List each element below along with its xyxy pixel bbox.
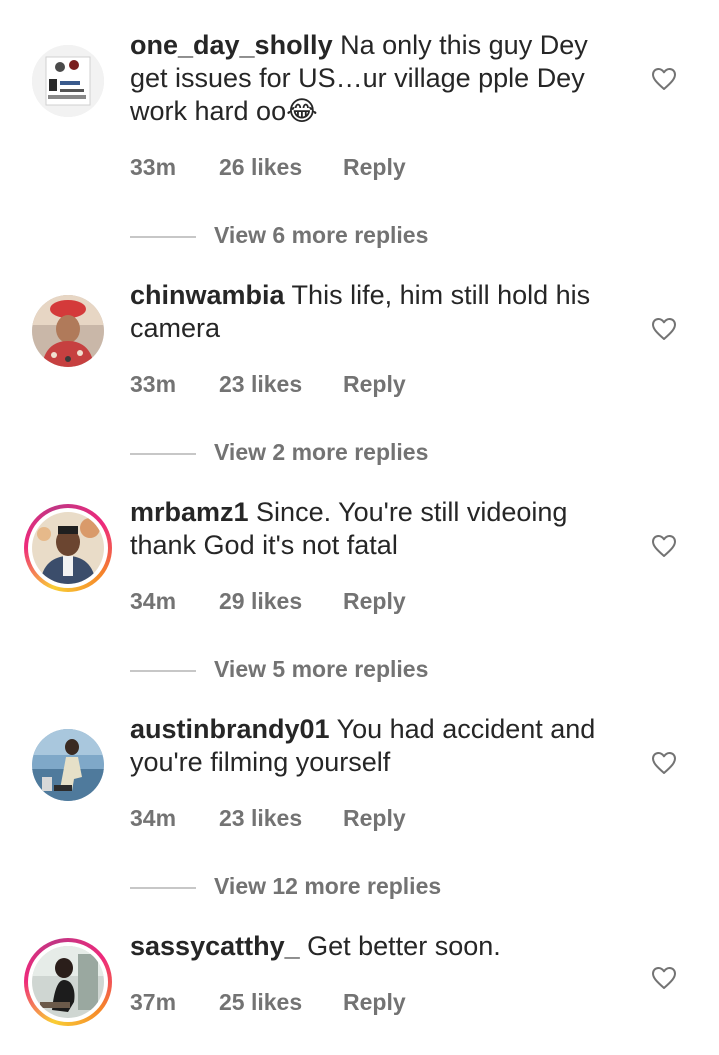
- heart-icon[interactable]: [651, 67, 677, 91]
- comment-username[interactable]: chinwambia: [130, 280, 285, 310]
- heart-icon[interactable]: [651, 534, 677, 558]
- reply-button[interactable]: Reply: [343, 805, 406, 832]
- comment-text: one_day_sholly Na only this guy Dey get …: [130, 29, 630, 128]
- reply-button[interactable]: Reply: [343, 989, 406, 1016]
- avatar-story-ring[interactable]: [24, 504, 112, 592]
- reply-button[interactable]: Reply: [343, 371, 406, 398]
- heart-icon[interactable]: [651, 751, 677, 775]
- comment-time: 34m: [130, 805, 177, 831]
- comment-likes[interactable]: 23 likes: [219, 805, 343, 832]
- avatar-image: [32, 295, 104, 367]
- comment-username[interactable]: one_day_sholly: [130, 30, 333, 60]
- replies-divider: [130, 453, 196, 455]
- replies-divider: [130, 670, 196, 672]
- reply-button[interactable]: Reply: [343, 154, 406, 181]
- comment-text: chinwambia This life, him still hold his…: [130, 279, 630, 345]
- avatar: [32, 946, 104, 1018]
- avatar[interactable]: [32, 45, 104, 117]
- comment-meta: 33m 26 likes Reply: [130, 154, 406, 181]
- comment-text: austinbrandy01 You had accident and you'…: [130, 713, 630, 779]
- heart-icon[interactable]: [651, 966, 677, 990]
- view-replies-label: View 12 more replies: [214, 873, 442, 899]
- comment-likes[interactable]: 25 likes: [219, 989, 343, 1016]
- comment-time: 33m: [130, 371, 177, 397]
- comment-likes[interactable]: 26 likes: [219, 154, 343, 181]
- replies-divider: [130, 887, 196, 889]
- comment-meta: 34m 29 likes Reply: [130, 588, 406, 615]
- avatar[interactable]: [32, 729, 104, 801]
- avatar-story-ring[interactable]: [24, 938, 112, 1026]
- comment-body: Get better soon.: [299, 931, 501, 961]
- comment-time: 33m: [130, 154, 177, 180]
- comment-text: sassycatthy_ Get better soon.: [130, 930, 630, 963]
- comment-meta: 34m 23 likes Reply: [130, 805, 406, 832]
- comment-likes[interactable]: 23 likes: [219, 371, 343, 398]
- avatar-image: [32, 45, 104, 117]
- view-replies-label: View 2 more replies: [214, 439, 429, 465]
- avatar: [32, 512, 104, 584]
- view-replies-label: View 6 more replies: [214, 222, 429, 248]
- comment-meta: 33m 23 likes Reply: [130, 371, 406, 398]
- view-replies-label: View 5 more replies: [214, 656, 429, 682]
- comment-username[interactable]: austinbrandy01: [130, 714, 330, 744]
- reply-button[interactable]: Reply: [343, 588, 406, 615]
- avatar-image: [32, 512, 104, 584]
- comment-text: mrbamz1 Since. You're still videoing tha…: [130, 496, 630, 562]
- comment-meta: 37m 25 likes Reply: [130, 989, 406, 1016]
- comment-username[interactable]: sassycatthy_: [130, 931, 300, 961]
- avatar[interactable]: [32, 295, 104, 367]
- avatar-image: [32, 946, 104, 1018]
- replies-divider: [130, 236, 196, 238]
- comment-username[interactable]: mrbamz1: [130, 497, 249, 527]
- avatar-image: [32, 729, 104, 801]
- comment-time: 37m: [130, 989, 177, 1015]
- comment-likes[interactable]: 29 likes: [219, 588, 343, 615]
- heart-icon[interactable]: [651, 317, 677, 341]
- comment-time: 34m: [130, 588, 177, 614]
